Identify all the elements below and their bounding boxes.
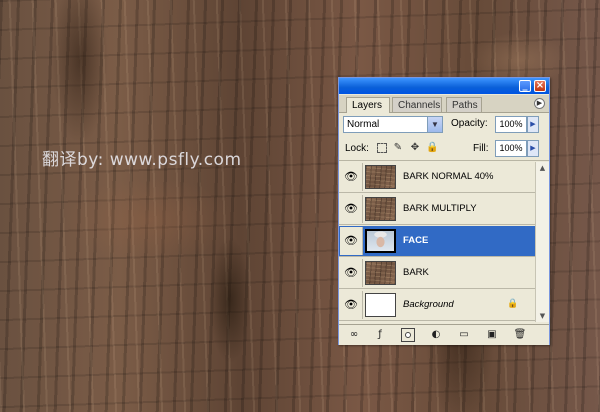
- blend-mode-value: Normal: [347, 119, 380, 130]
- eye-icon[interactable]: 👁: [340, 195, 363, 223]
- lock-label: Lock:: [345, 143, 369, 154]
- panel-menu-button[interactable]: ▶: [534, 98, 545, 109]
- eye-icon[interactable]: 👁: [340, 259, 363, 287]
- lock-fill-row: Lock: ✎ ✥ 🔒 Fill: 100% ▶: [339, 138, 549, 161]
- fill-slider-button[interactable]: ▶: [527, 140, 539, 157]
- lock-transparency-icon[interactable]: [377, 143, 387, 153]
- tab-layers[interactable]: Layers: [346, 97, 390, 113]
- layer-thumbnail: [365, 261, 396, 285]
- layers-scrollbar[interactable]: ▲ ▼: [535, 162, 549, 322]
- opacity-slider-button[interactable]: ▶: [527, 116, 539, 133]
- layer-thumbnail: [365, 197, 396, 221]
- layer-thumbnail: [365, 165, 396, 189]
- scroll-up-button[interactable]: ▲: [536, 162, 549, 174]
- layer-row-face[interactable]: 👁 FACE: [339, 226, 535, 257]
- panel-titlebar[interactable]: _ ×: [339, 78, 549, 94]
- layer-row-bark[interactable]: 👁 BARK: [339, 258, 535, 289]
- opacity-label: Opacity:: [451, 118, 488, 129]
- new-layer-icon[interactable]: ▣: [485, 328, 499, 342]
- layer-row-background[interactable]: 👁 Background 🔒: [339, 290, 535, 321]
- link-layers-icon[interactable]: ∞: [347, 328, 361, 342]
- add-mask-icon[interactable]: [401, 328, 415, 342]
- adjustment-layer-icon[interactable]: ◐: [429, 328, 443, 342]
- minimize-button[interactable]: _: [519, 80, 531, 92]
- blend-opacity-row: Normal ▼ Opacity: 100% ▶: [339, 113, 549, 137]
- fill-input[interactable]: 100%: [495, 140, 527, 157]
- new-group-icon[interactable]: ▭: [457, 328, 471, 342]
- opacity-input[interactable]: 100%: [495, 116, 527, 133]
- layer-name: BARK MULTIPLY: [403, 203, 477, 214]
- panel-tabs: Layers Channels Paths ▶: [339, 95, 549, 113]
- layer-row-bark-normal-40[interactable]: 👁 BARK NORMAL 40%: [339, 162, 535, 193]
- tab-paths[interactable]: Paths: [446, 97, 482, 112]
- chevron-down-icon: ▼: [427, 117, 442, 132]
- lock-all-icon[interactable]: 🔒: [426, 142, 438, 154]
- delete-layer-icon[interactable]: 🗑: [513, 328, 527, 342]
- fill-label: Fill:: [473, 143, 489, 154]
- layers-list: 👁 BARK NORMAL 40% 👁 BARK MULTIPLY 👁 FACE…: [339, 162, 535, 322]
- layer-style-icon[interactable]: ƒ: [373, 328, 387, 342]
- lock-position-icon[interactable]: ✥: [409, 142, 421, 154]
- blend-mode-select[interactable]: Normal ▼: [343, 116, 443, 133]
- layer-name: BARK: [403, 267, 429, 278]
- tab-channels[interactable]: Channels: [392, 97, 442, 112]
- layers-panel: _ × Layers Channels Paths ▶ Normal ▼ Opa…: [338, 77, 550, 345]
- watermark-text: 翻译by: www.psfly.com: [42, 150, 242, 170]
- close-button[interactable]: ×: [534, 80, 546, 92]
- layer-name: FACE: [403, 235, 429, 246]
- layer-row-bark-multiply[interactable]: 👁 BARK MULTIPLY: [339, 194, 535, 225]
- panel-bottom-toolbar: ∞ ƒ ◐ ▭ ▣ 🗑: [339, 324, 549, 345]
- lock-icon: 🔒: [507, 299, 519, 309]
- layer-thumbnail: [365, 293, 396, 317]
- scroll-down-button[interactable]: ▼: [536, 310, 549, 322]
- eye-icon[interactable]: 👁: [340, 227, 363, 255]
- layer-name: Background: [403, 299, 454, 310]
- layer-thumbnail: [365, 229, 396, 253]
- eye-icon[interactable]: 👁: [340, 163, 363, 191]
- lock-pixels-icon[interactable]: ✎: [392, 142, 404, 154]
- layer-name: BARK NORMAL 40%: [403, 171, 494, 182]
- eye-icon[interactable]: 👁: [340, 291, 363, 319]
